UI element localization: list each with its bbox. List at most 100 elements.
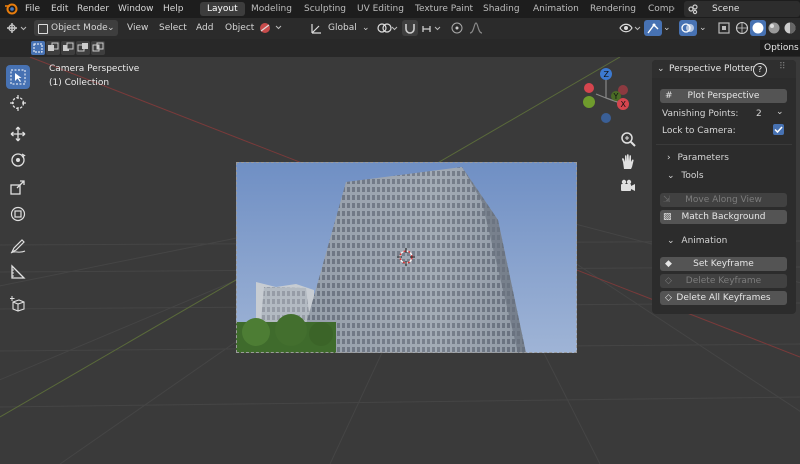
pivot-point-button[interactable] [376,20,400,36]
annotate-tool-button[interactable] [6,234,30,258]
proportional-editing-icon[interactable] [449,20,465,36]
editor-type-button[interactable] [4,20,28,36]
animation-section-header[interactable]: ⌄ Animation [667,234,727,248]
object-mode-dropdown[interactable]: Object Mode ⌄ [34,20,118,36]
select-tool-button[interactable] [6,65,30,89]
menu-object[interactable]: Object [225,20,254,36]
tab-uv-editing[interactable]: UV Editing [350,2,411,16]
zoom-icon[interactable] [619,130,637,148]
shading-wireframe-icon[interactable] [734,20,750,36]
perspective-plotter-panel: ⌄ Perspective Plotter ? ⠿ # Plot Perspec… [652,60,796,314]
tab-compositing[interactable]: Compo [641,2,675,16]
move-view-icon: ⇲ [663,195,671,205]
delete-keyframe-label: Delete Keyframe [685,276,762,286]
menu-edit[interactable]: Edit [51,2,68,16]
scene-name: Scene [712,4,740,14]
match-background-button[interactable]: ▨ Match Background [660,210,787,224]
cursor-tool-button[interactable] [6,91,30,115]
chevron-down-icon: ⌄ [776,107,784,117]
drag-handle-icon[interactable]: ⠿ [779,61,786,73]
vanishing-points-dropdown[interactable]: 2 ⌄ [756,107,788,121]
set-keyframe-label: Set Keyframe [693,259,754,269]
set-keyframe-button[interactable]: ◆ Set Keyframe [660,257,787,271]
xray-toggle-icon[interactable] [716,20,732,36]
keyframe-outline-icon: ◇ [665,276,672,286]
overlays-toggle-icon[interactable] [679,20,697,36]
panel-header[interactable]: ⌄ Perspective Plotter ? ⠿ [652,60,796,78]
menu-render[interactable]: Render [77,2,109,16]
tab-shading[interactable]: Shading [476,2,527,16]
chevron-down-icon: ⌄ [667,236,675,246]
keyframe-outline-icon: ◇ [665,293,672,303]
overlays-dropdown[interactable]: ⌄ [699,20,711,36]
viewport-header: Object Mode ⌄ View Select Add Object Glo… [0,18,800,39]
visibility-button[interactable] [618,20,642,36]
add-cube-tool-button[interactable] [6,292,30,316]
object-color-button[interactable] [258,21,286,35]
object-mode-icon [38,24,48,34]
delete-all-keyframes-button[interactable]: ◇ Delete All Keyframes [660,291,787,305]
panel-title: Perspective Plotter [669,64,754,74]
menu-file[interactable]: File [25,2,40,16]
lock-to-camera-checkbox[interactable] [773,124,784,135]
move-along-view-button[interactable]: ⇲ Move Along View [660,193,787,207]
tool-settings-bar: Options [0,39,800,57]
tab-rendering[interactable]: Rendering [583,2,643,16]
help-icon[interactable]: ? [753,63,767,77]
navigation-gizmo[interactable]: Z X Y [578,66,634,126]
3d-cursor-icon[interactable] [397,248,415,266]
vanishing-points-label: Vanishing Points: [662,109,739,119]
plot-perspective-button[interactable]: # Plot Perspective [660,89,787,103]
vanishing-points-value: 2 [756,109,762,119]
tab-modeling[interactable]: Modeling [244,2,299,16]
menu-view[interactable]: View [127,20,148,36]
delete-keyframe-button[interactable]: ◇ Delete Keyframe [660,274,787,288]
snap-toggle-icon[interactable] [402,20,418,36]
top-menu-bar: File Edit Render Window Help Layout Mode… [0,0,800,18]
parameters-section-header[interactable]: › Parameters [667,151,729,165]
chevron-down-icon: ⌄ [657,64,665,74]
measure-tool-button[interactable] [6,260,30,284]
tools-section-header[interactable]: ⌄ Tools [667,169,704,183]
rotate-tool-button[interactable] [6,148,30,172]
select-box-mode-icon[interactable] [31,41,45,55]
tools-label: Tools [681,171,704,181]
scene-selector[interactable]: Scene [684,1,800,17]
gizmo-dropdown[interactable]: ⌄ [663,20,675,36]
transform-tool-button[interactable] [6,202,30,226]
transform-orientation-dropdown[interactable]: Global ⌄ [310,20,370,36]
tab-sculpting[interactable]: Sculpting [297,2,353,16]
collection-name: (1) Collection [49,78,110,88]
tab-layout[interactable]: Layout [200,2,245,16]
shading-material-icon[interactable] [766,20,782,36]
chevron-down-icon: ⌄ [107,23,115,33]
chevron-down-icon: ⌄ [667,171,675,181]
shading-solid-icon[interactable] [750,20,766,36]
blender-logo-icon[interactable] [4,2,18,16]
menu-add[interactable]: Add [196,20,213,36]
shading-rendered-icon[interactable] [782,20,798,36]
select-extend-icon[interactable] [46,41,60,55]
camera-view-icon[interactable] [619,177,637,195]
menu-help[interactable]: Help [163,2,184,16]
snap-target-button[interactable] [421,20,443,36]
chevron-down-icon: ⌄ [362,23,370,33]
scale-tool-button[interactable] [6,175,30,199]
pan-hand-icon[interactable] [619,153,637,171]
options-button[interactable]: Options [760,40,800,56]
select-invert-icon[interactable] [76,41,90,55]
parameters-label: Parameters [677,153,729,163]
gizmo-z-label: Z [604,70,610,79]
gizmo-toggle-icon[interactable] [644,20,662,36]
tab-animation[interactable]: Animation [526,2,586,16]
select-intersect-icon[interactable] [91,41,105,55]
menu-window[interactable]: Window [118,2,154,16]
object-mode-label: Object Mode [51,23,108,33]
falloff-icon[interactable] [468,20,484,36]
delete-all-keyframes-label: Delete All Keyframes [676,293,771,303]
move-tool-button[interactable] [6,122,30,146]
orientation-label: Global [328,23,357,33]
select-subtract-icon[interactable] [61,41,75,55]
tab-texture-paint[interactable]: Texture Paint [408,2,480,16]
menu-select[interactable]: Select [159,20,187,36]
